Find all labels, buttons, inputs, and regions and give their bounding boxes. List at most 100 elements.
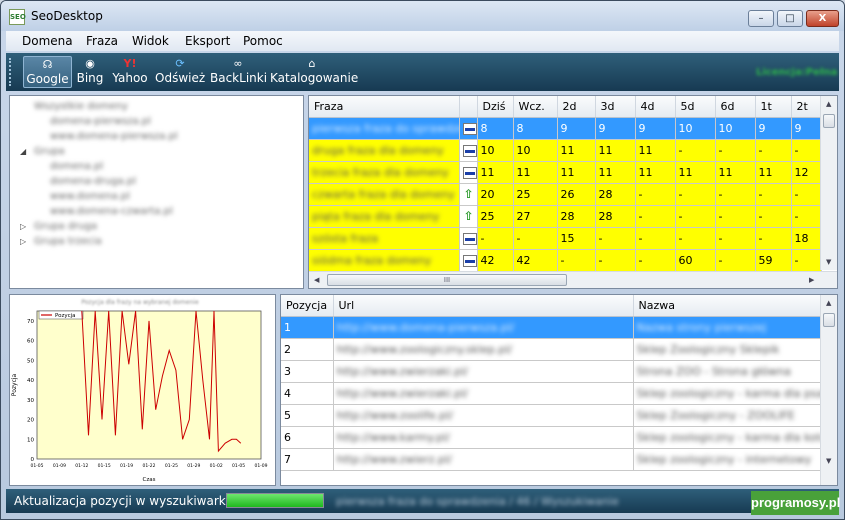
col-header-wczoraj[interactable]: Wcz. [513,96,558,118]
phrase-vscroll-thumb[interactable] [823,114,835,128]
tree-item[interactable]: domena-pierwsza.pl [10,115,290,130]
x-tick-label: 01-12 [75,463,88,469]
y-tick-label: 50 [27,358,34,364]
col-header-trend[interactable] [459,96,478,118]
tree-item-label: www.domena.pl [50,191,130,202]
catalog-button[interactable]: ⌂ Katalogowanie [270,56,358,88]
position-cell: 11 [755,161,792,184]
phrase-text: czwarta fraza dla domeny [312,187,455,201]
url-vscroll[interactable]: ▲ ▼ [820,295,837,485]
phrase-grid[interactable]: Fraza Dziś Wcz. 2d 3d 4d 5d 6d 1t 2t pie… [308,95,838,289]
url-row[interactable]: 3 http://www.zwierzaki.pl/Strona ZOO - St… [281,360,822,383]
tree-collapsed-icon[interactable]: ▷ [20,237,26,246]
col-header-2t[interactable]: 2t [791,96,822,118]
position-cell: - [595,227,636,250]
scroll-up-icon[interactable]: ▲ [826,299,831,307]
url-row[interactable]: 7 http://www.zwierz.pl/Sklep zoologiczny … [281,448,822,471]
maximize-button[interactable]: □ [777,10,803,27]
x-tick-label: 01-02 [210,463,223,469]
toolbar-grip[interactable] [9,58,12,86]
backlinks-button[interactable]: ∞ BackLinki [210,56,267,88]
scroll-down-icon[interactable]: ▼ [826,457,831,465]
tree-item[interactable]: domena.pl [10,160,290,175]
phrase-text: pierwsza fraza do sprawdzenia [312,121,459,135]
tree-item[interactable]: domena-druga.pl [10,175,290,190]
trend-flat-icon [462,122,476,135]
position-cell: 20 [477,183,514,206]
col-header-1t[interactable]: 1t [755,96,792,118]
scroll-left-icon[interactable]: ◀ [314,276,319,284]
yahoo-button[interactable]: Y! Yahoo [109,56,151,88]
col-header-2d[interactable]: 2d [557,96,596,118]
phrase-row[interactable]: szósta fraza - -15- - - - -18 [309,227,822,250]
app-window: SEO SeoDesktop – □ X Domena Fraza Widok … [0,0,845,520]
bing-button[interactable]: ◉ Bing [74,56,106,88]
y-tick-label: 10 [27,437,34,443]
col-header-5d[interactable]: 5d [675,96,716,118]
col-header-pozycja[interactable]: Pozycja [281,295,334,317]
url-cell: http://www.zwierzaki.pl/ [333,360,634,383]
position-cell: - [635,249,676,272]
phrase-hscroll[interactable]: ◀ III ▶ [309,271,837,288]
catalog-label: Katalogowanie [270,71,359,85]
col-header-6d[interactable]: 6d [715,96,756,118]
scroll-up-icon[interactable]: ▲ [826,100,831,108]
pos-cell: 6 [281,426,334,449]
url-row[interactable]: 4 http://www.zwierzaki.pl/Sklep zoologicz… [281,382,822,405]
phrase-row[interactable]: piąta fraza dla domeny ⇧ 25 27 28 28- - - - - [309,205,822,228]
col-header-url[interactable]: Url [333,295,634,317]
col-header-4d[interactable]: 4d [635,96,676,118]
tree-item[interactable]: ▷ Grupa druga [10,220,290,235]
tree-collapsed-icon[interactable]: ▷ [20,222,26,231]
url-row[interactable]: 1 http://www.domena-pierwsza.pl/Nazwa str… [281,316,822,339]
google-button[interactable]: ☊ Google [23,56,72,88]
title-bar[interactable]: SEO SeoDesktop – □ X [1,1,844,31]
phrase-row[interactable]: czwarta fraza dla domeny ⇧ 20 25 26 28- - - - - [309,183,822,206]
phrase-row[interactable]: trzecia fraza dla domeny 11 11 11 11 11 11 11 11… [309,161,822,184]
name-cell: Sklep zoologiczny - internetowy [633,448,822,471]
url-row[interactable]: 5 http://www.zoolife.pl/Sklep Zoologiczny… [281,404,822,427]
col-header-3d[interactable]: 3d [595,96,636,118]
url-cell: http://www.domena-pierwsza.pl/ [333,316,634,339]
tree-item[interactable]: www.domena.pl [10,190,290,205]
tree-item[interactable]: ▷ Grupa trzecia [10,235,290,250]
url-row[interactable]: 2 http://www.zoologiczny.sklep.pl/Sklep Z… [281,338,822,361]
scroll-down-icon[interactable]: ▼ [826,258,831,266]
phrase-row[interactable]: siódma fraza domeny 42 42- - -60-59- [309,249,822,272]
phrase-table: Fraza Dziś Wcz. 2d 3d 4d 5d 6d 1t 2t pie… [309,96,822,272]
refresh-button[interactable]: ⟳ Odśwież [155,56,205,88]
domain-tree[interactable]: Wszystkie domeny domena-pierwsza.pl www.do… [9,95,304,289]
url-row[interactable]: 6 http://www.karmy.pl/Sklep zoologiczny -… [281,426,822,449]
scroll-right-icon[interactable]: ▶ [809,276,814,284]
tree-item[interactable]: ◢ Grupa [10,145,290,160]
tree-item[interactable]: www.domena-czwarta.pl [10,205,290,220]
position-cell: - [755,139,792,162]
menu-widok[interactable]: Widok [132,34,169,48]
minimize-button[interactable]: – [748,10,774,27]
url-cell: http://www.karmy.pl/ [333,426,634,449]
menu-pomoc[interactable]: Pomoc [243,34,283,48]
position-cell: - [755,227,792,250]
position-cell: - [557,249,596,272]
tree-item[interactable]: www.domena-pierwsza.pl [10,130,290,145]
tree-expanded-icon[interactable]: ◢ [20,147,26,156]
trend-cell [459,139,478,162]
url-vscroll-thumb[interactable] [823,313,835,327]
col-header-dzis[interactable]: Dziś [477,96,514,118]
phrase-row[interactable]: druga fraza dla domeny 10 10 11 11 11- - - - [309,139,822,162]
col-header-nazwa[interactable]: Nazwa [633,295,822,317]
phrase-row[interactable]: pierwsza fraza do sprawdzenia88999101099 [309,117,822,140]
position-cell: 9 [557,117,596,140]
tree-item[interactable]: Wszystkie domeny [10,100,290,115]
close-button[interactable]: X [806,10,839,27]
menu-eksport[interactable]: Eksport [185,34,230,48]
url-grid[interactable]: Pozycja Url Nazwa 1 http://www.domena-pie… [280,294,838,486]
menu-domena[interactable]: Domena [22,34,73,48]
phrase-vscroll[interactable]: ▲ ▼ [820,96,837,270]
col-header-fraza[interactable]: Fraza [309,96,460,118]
url-text: http://www.zwierzaki.pl/ [336,386,468,400]
menu-fraza[interactable]: Fraza [86,34,118,48]
name-text: Sklep zoologiczny - karma dla kota [636,430,821,444]
status-bar: Aktualizacja pozycji w wyszukiwarkach pi… [6,489,839,513]
phrase-hscroll-thumb[interactable]: III [327,274,567,286]
